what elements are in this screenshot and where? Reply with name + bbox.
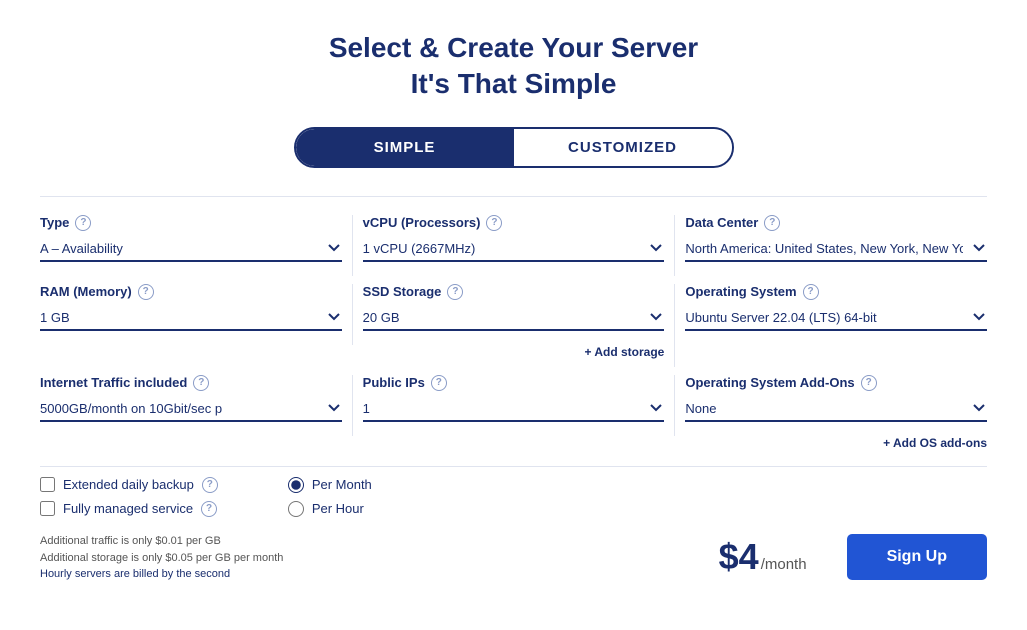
type-select[interactable]: A – Availability [40,237,342,262]
os-select[interactable]: Ubuntu Server 22.04 (LTS) 64-bit [685,306,987,331]
ram-label-row: RAM (Memory) ? [40,284,342,300]
datacenter-label: Data Center [685,215,758,230]
internet-select[interactable]: 5000GB/month on 10Gbit/sec p [40,397,342,422]
type-label-row: Type ? [40,215,342,231]
public-ips-label-row: Public IPs ? [363,375,665,391]
toggle-row: SIMPLE CUSTOMIZED [40,127,987,168]
customized-toggle-button[interactable]: CUSTOMIZED [514,129,732,166]
form-row-2: RAM (Memory) ? 1 GB SSD Storage ? 20 GB … [40,284,987,367]
internet-field-col: Internet Traffic included ? 5000GB/month… [40,375,353,436]
per-hour-label: Per Hour [312,501,364,516]
datacenter-help-icon[interactable]: ? [764,215,780,231]
fully-managed-help-icon[interactable]: ? [201,501,217,517]
public-ips-help-icon[interactable]: ? [431,375,447,391]
form-section: Type ? A – Availability vCPU (Processors… [40,196,987,580]
pricing-signup-row: $4/month Sign Up [719,534,987,580]
form-row-3: Internet Traffic included ? 5000GB/month… [40,375,987,458]
price-unit: /month [761,556,807,573]
per-month-label: Per Month [312,477,372,492]
datacenter-label-row: Data Center ? [685,215,987,231]
os-addons-field-col: Operating System Add-Ons ? None + Add OS… [675,375,987,458]
ram-field-col: RAM (Memory) ? 1 GB [40,284,353,345]
type-label: Type [40,215,69,230]
vcpu-help-icon[interactable]: ? [486,215,502,231]
note-line1: Additional traffic is only $0.01 per GB [40,533,283,551]
page-title: Select & Create Your Server It's That Si… [40,30,987,103]
note-line2: Additional storage is only $0.05 per GB … [40,550,283,568]
divider [40,466,987,467]
os-field-col: Operating System ? Ubuntu Server 22.04 (… [675,284,987,345]
os-addons-label: Operating System Add-Ons [685,375,854,390]
os-addons-label-row: Operating System Add-Ons ? [685,375,987,391]
internet-help-icon[interactable]: ? [193,375,209,391]
fully-managed-label: Fully managed service [63,501,193,516]
radio-group: Per Month Per Hour [288,477,372,517]
ssd-select[interactable]: 20 GB [363,306,665,331]
fully-managed-checkbox-item[interactable]: Fully managed service ? [40,501,218,517]
type-field-col: Type ? A – Availability [40,215,353,276]
notes-section: Additional traffic is only $0.01 per GB … [40,533,283,580]
internet-label: Internet Traffic included [40,375,187,390]
os-addons-select[interactable]: None [685,397,987,422]
price-display-wrapper: $4/month [719,536,807,578]
per-hour-radio-item[interactable]: Per Hour [288,501,372,517]
datacenter-select[interactable]: North America: United States, New York, … [685,237,987,262]
add-os-addons-link[interactable]: + Add OS add-ons [685,436,987,450]
per-month-radio[interactable] [288,477,304,493]
os-addons-help-icon[interactable]: ? [861,375,877,391]
vcpu-select[interactable]: 1 vCPU (2667MHz) [363,237,665,262]
public-ips-label: Public IPs [363,375,425,390]
ram-label: RAM (Memory) [40,284,132,299]
per-hour-radio[interactable] [288,501,304,517]
options-row: Extended daily backup ? Fully managed se… [40,477,987,517]
main-container: Select & Create Your Server It's That Si… [0,0,1027,630]
ssd-label-row: SSD Storage ? [363,284,665,300]
extended-backup-help-icon[interactable]: ? [202,477,218,493]
vcpu-field-col: vCPU (Processors) ? 1 vCPU (2667MHz) [353,215,676,276]
extended-backup-checkbox-item[interactable]: Extended daily backup ? [40,477,218,493]
ssd-field-col: SSD Storage ? 20 GB + Add storage [353,284,676,367]
ram-select[interactable]: 1 GB [40,306,342,331]
per-month-radio-item[interactable]: Per Month [288,477,372,493]
note-line3: Hourly servers are billed by the second [40,568,283,580]
extended-backup-checkbox[interactable] [40,477,55,492]
ram-help-icon[interactable]: ? [138,284,154,300]
bottom-row: Additional traffic is only $0.01 per GB … [40,525,987,580]
signup-button[interactable]: Sign Up [847,534,987,580]
public-ips-select[interactable]: 1 [363,397,665,422]
form-row-1: Type ? A – Availability vCPU (Processors… [40,215,987,276]
fully-managed-checkbox[interactable] [40,501,55,516]
datacenter-field-col: Data Center ? North America: United Stat… [675,215,987,276]
internet-label-row: Internet Traffic included ? [40,375,342,391]
type-help-icon[interactable]: ? [75,215,91,231]
checkbox-group: Extended daily backup ? Fully managed se… [40,477,218,517]
vcpu-label-row: vCPU (Processors) ? [363,215,665,231]
toggle-container: SIMPLE CUSTOMIZED [294,127,734,168]
os-label: Operating System [685,284,796,299]
vcpu-label: vCPU (Processors) [363,215,481,230]
price-amount: $4 [719,536,759,577]
os-label-row: Operating System ? [685,284,987,300]
simple-toggle-button[interactable]: SIMPLE [296,129,514,166]
extended-backup-label: Extended daily backup [63,477,194,492]
add-storage-link[interactable]: + Add storage [363,345,665,359]
os-help-icon[interactable]: ? [803,284,819,300]
ssd-label: SSD Storage [363,284,442,299]
ssd-help-icon[interactable]: ? [447,284,463,300]
public-ips-field-col: Public IPs ? 1 [353,375,676,436]
